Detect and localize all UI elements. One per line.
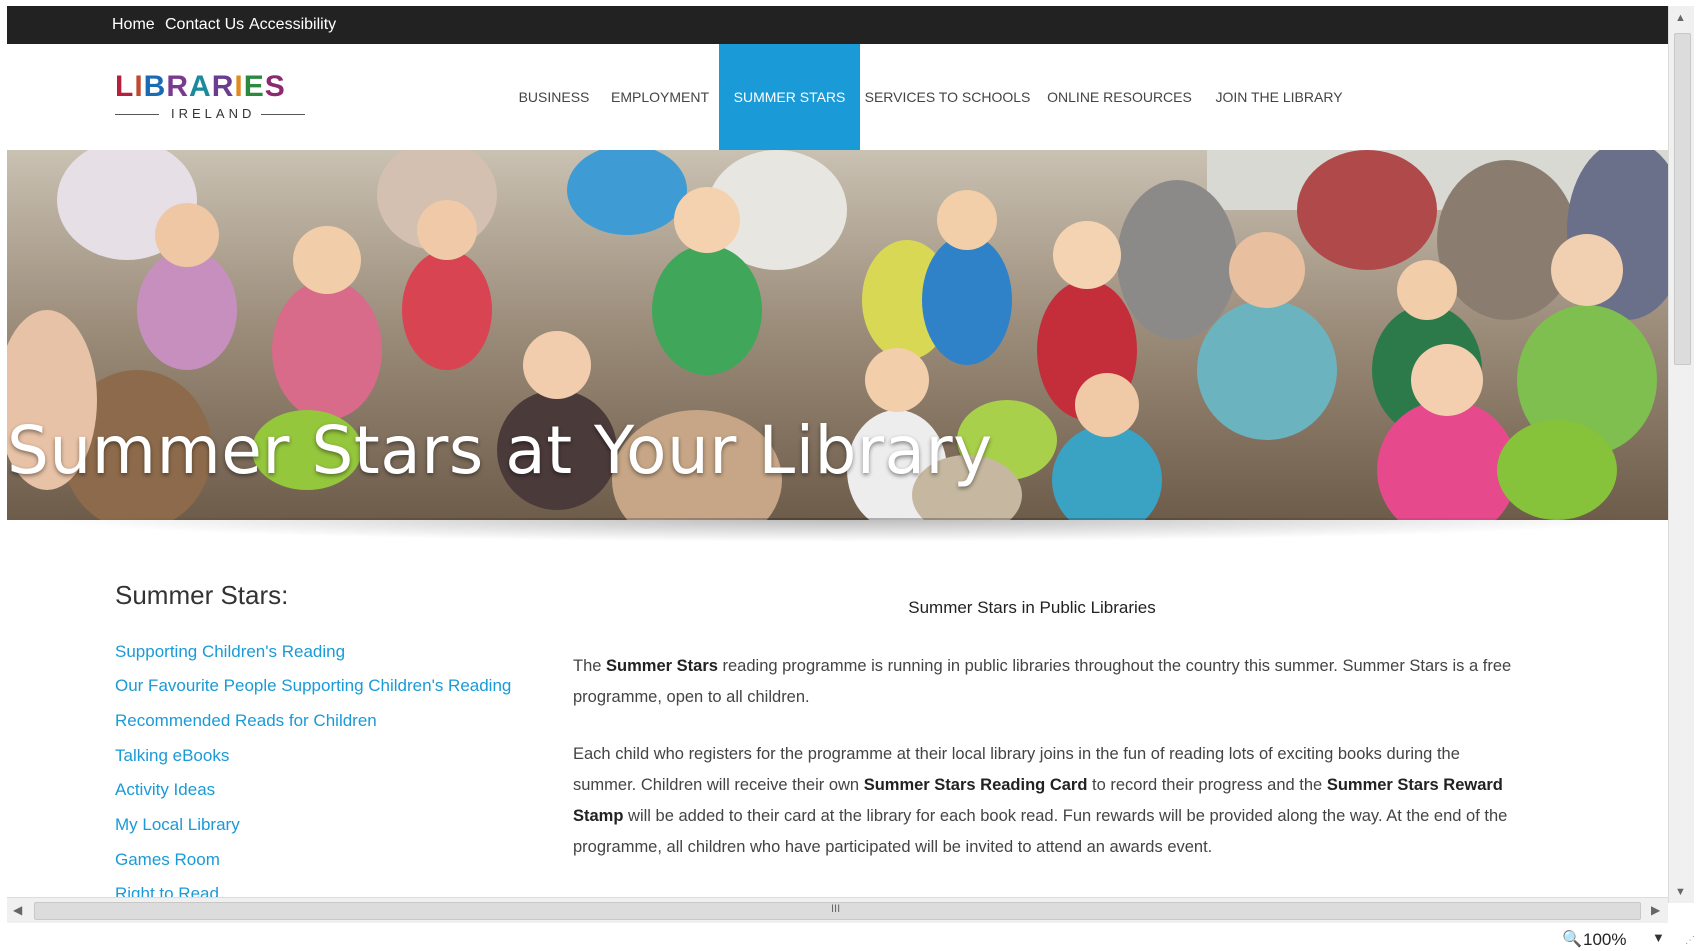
- nav-employment[interactable]: EMPLOYMENT: [601, 44, 719, 150]
- logo-letter: R: [211, 70, 235, 103]
- utility-link-accessibility[interactable]: Accessibility: [249, 16, 336, 34]
- logo-wordmark: LIBRARIES: [115, 72, 286, 102]
- browser-status-bar: 🔍 100% ▼ ⋰: [0, 925, 1701, 951]
- hero-title: Summer Stars at Your Library: [7, 412, 993, 489]
- sidebar-link-activity-ideas[interactable]: Activity Ideas: [115, 780, 215, 800]
- article-title: Summer Stars in Public Libraries: [908, 598, 1156, 617]
- article-paragraph-1: The Summer Stars reading programme is ru…: [573, 651, 1513, 713]
- logo-letter: L: [115, 70, 135, 103]
- hero-banner: Summer Stars at Your Library: [7, 150, 1675, 520]
- arrow-left-icon[interactable]: ◀: [13, 903, 22, 917]
- scroll-grip: III: [831, 903, 841, 915]
- logo-letter: S: [264, 70, 286, 103]
- utility-link-home[interactable]: Home: [112, 16, 155, 34]
- magnifier-icon[interactable]: 🔍: [1562, 929, 1582, 949]
- logo-letter: A: [189, 70, 212, 103]
- logo-letter: R: [166, 70, 190, 103]
- logo-subtitle: IRELAND: [115, 106, 305, 122]
- sidebar-link-talking-ebooks[interactable]: Talking eBooks: [115, 746, 229, 766]
- logo-letter: I: [234, 70, 244, 103]
- logo-letter: E: [243, 70, 265, 103]
- nav-summer-stars[interactable]: SUMMER STARS: [719, 44, 860, 150]
- nav-services-to-schools[interactable]: SERVICES TO SCHOOLS: [860, 44, 1035, 150]
- p2-bold-reading-card: Summer Stars Reading Card: [863, 776, 1088, 794]
- sidebar-link-favourite-people[interactable]: Our Favourite People Supporting Children…: [115, 676, 511, 696]
- horizontal-scrollbar[interactable]: ◀ III ▶: [7, 897, 1668, 923]
- site-header: LIBRARIES IRELAND BUSINESS EMPLOYMENT SU…: [7, 44, 1675, 150]
- zoom-level[interactable]: 100%: [1583, 930, 1626, 950]
- logo-letter: I: [134, 70, 144, 103]
- vertical-scroll-thumb[interactable]: [1674, 33, 1691, 365]
- horizontal-scroll-thumb[interactable]: III: [34, 902, 1641, 920]
- logo-subtitle-text: IRELAND: [171, 106, 256, 121]
- nav-business[interactable]: BUSINESS: [507, 44, 601, 150]
- vertical-scrollbar[interactable]: ▲ ▼: [1668, 6, 1694, 903]
- sidebar-link-games-room[interactable]: Games Room: [115, 850, 220, 870]
- p2-text-c: to record their progress and the: [1087, 776, 1327, 794]
- browser-viewport: Home Contact Us Accessibility LIBRARIES …: [7, 6, 1675, 925]
- sidebar-link-my-local-library[interactable]: My Local Library: [115, 815, 240, 835]
- logo-rule-left: [115, 114, 159, 115]
- sidebar-heading: Summer Stars:: [115, 580, 289, 610]
- article-paragraph-2: Each child who registers for the program…: [573, 739, 1513, 863]
- p1-bold-summer-stars: Summer Stars: [606, 657, 718, 675]
- utility-bar: Home Contact Us Accessibility: [7, 6, 1675, 44]
- logo-letter: B: [143, 70, 167, 103]
- utility-link-contact[interactable]: Contact Us: [165, 16, 244, 34]
- libraries-ireland-logo[interactable]: LIBRARIES IRELAND: [115, 72, 305, 124]
- logo-rule-right: [261, 114, 305, 115]
- resize-grip-icon[interactable]: ⋰: [1685, 935, 1695, 946]
- sidebar-link-recommended-reads[interactable]: Recommended Reads for Children: [115, 711, 377, 731]
- arrow-down-icon[interactable]: ▼: [1675, 886, 1686, 898]
- p2-text-e: will be added to their card at the libra…: [573, 807, 1508, 856]
- p1-text-a: The: [573, 657, 607, 675]
- caret-down-icon[interactable]: ▼: [1652, 930, 1665, 945]
- sidebar-link-supporting-childrens-reading[interactable]: Supporting Children's Reading: [115, 642, 345, 662]
- nav-join-the-library[interactable]: JOIN THE LIBRARY: [1204, 44, 1354, 150]
- arrow-up-icon[interactable]: ▲: [1675, 12, 1686, 24]
- hero-drop-shadow: [27, 518, 1655, 542]
- nav-online-resources[interactable]: ONLINE RESOURCES: [1035, 44, 1204, 150]
- arrow-right-icon[interactable]: ▶: [1651, 903, 1660, 917]
